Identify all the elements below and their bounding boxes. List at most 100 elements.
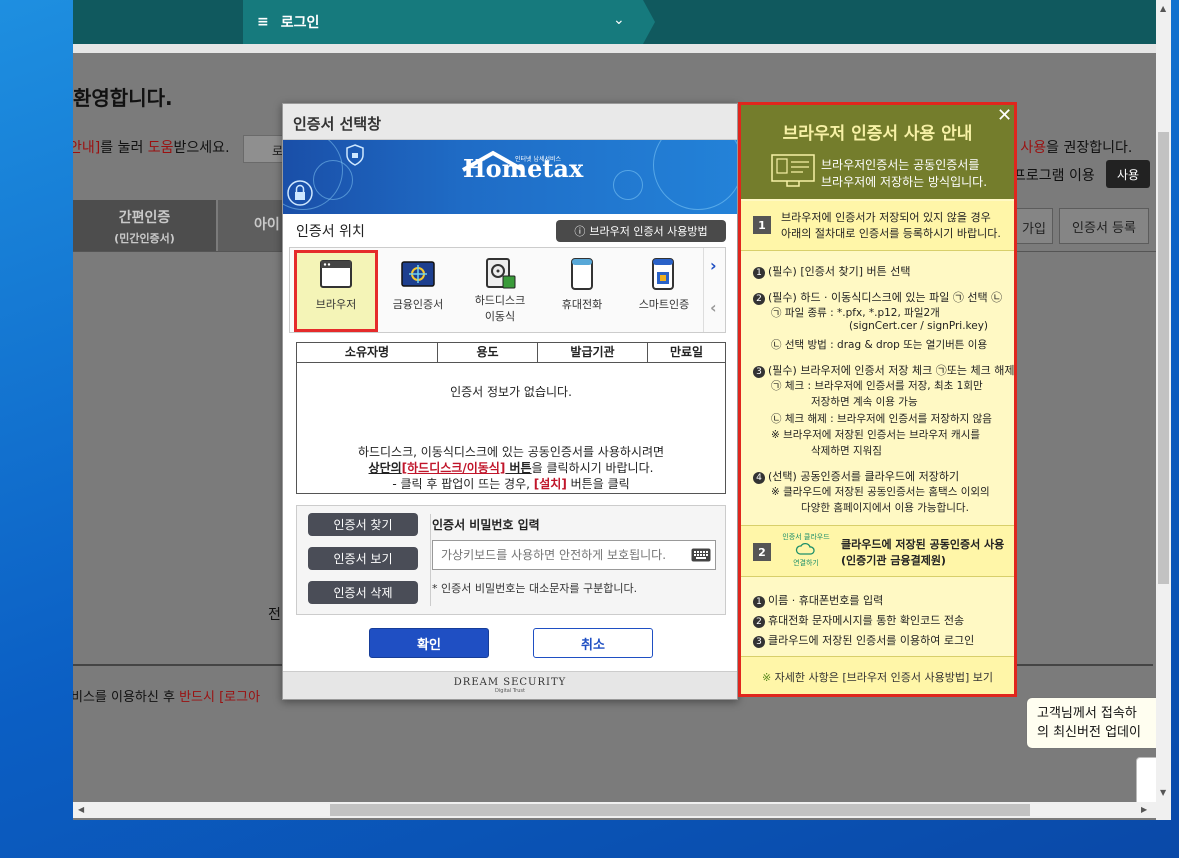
location-smart-cert[interactable]: 스마트인증: [624, 252, 704, 330]
browser-window-icon: [318, 258, 354, 290]
guide-item: 2 휴대전화 문자메시지를 통한 확인코드 전송: [753, 612, 964, 628]
dialog-footer: DREAM SECURITY Digital Trust: [283, 671, 737, 699]
cert-location-selector: 브라우저 금융인증서 하드디스크 이동식 휴대전화 스마트인증 › ‹: [289, 247, 726, 333]
horizontal-scroll-thumb[interactable]: [330, 804, 1030, 816]
use-button[interactable]: 사용: [1106, 160, 1150, 188]
floating-widget[interactable]: [1136, 757, 1156, 807]
financial-cert-icon: [400, 258, 436, 290]
view-cert-button[interactable]: 인증서 보기: [308, 547, 418, 570]
guide-item: 2 (필수) 하드 · 이동식디스크에 있는 파일 ㉠ 선택 ㉡: [753, 289, 1002, 305]
hint-line: 상단의[하드디스크/이동식] 버튼을 클릭하시기 바랍니다.: [368, 461, 654, 475]
guide-header: 브라우저 인증서 사용 안내 ✕ 브라우저인증서는 공동인증서를 브라우저에 저…: [741, 105, 1014, 199]
panel-divider: [430, 514, 431, 606]
dialog-title: 인증서 선택창: [283, 104, 737, 140]
column-expiry[interactable]: 만료일: [648, 343, 725, 362]
location-financial-cert[interactable]: 금융인증서: [378, 252, 458, 330]
cert-location-label: 인증서 위치: [296, 224, 365, 240]
chevron-down-icon[interactable]: ⌄: [613, 12, 625, 28]
guide-subitem: ㉠ 파일 종류 : *.pfx, *.p12, 파일2개: [771, 307, 940, 319]
guide-item: 3 (필수) 브라우저에 인증서 저장 체크 ㉠또는 체크 해제 ㉡: [753, 362, 1014, 378]
scroll-left-icon[interactable]: ◀: [78, 805, 84, 814]
find-cert-button[interactable]: 인증서 찾기: [308, 513, 418, 536]
hint-line: - 클릭 후 팝업이 뜨는 경우, [설치] 버튼을 클릭: [392, 477, 630, 491]
hometax-banner: Hometax 인터넷 납세서비스: [283, 140, 737, 214]
location-browser[interactable]: 브라우저: [296, 252, 376, 330]
guide-item: 4 (선택) 공동인증서를 클라우드에 저장하기: [753, 468, 959, 484]
guide-footer-link[interactable]: ※ 자세한 사항은 [브라우저 인증서 사용방법] 보기: [741, 656, 1014, 694]
chevron-left-icon[interactable]: ‹: [710, 298, 717, 317]
menu-label: 로그인: [280, 15, 320, 31]
cloud-icon: [795, 542, 815, 555]
login-menu[interactable]: ≡ 로그인: [243, 0, 643, 44]
guide-subitem: 삭제하면 지워짐: [811, 445, 882, 457]
virtual-keyboard-icon[interactable]: [691, 548, 711, 562]
guide-title: 브라우저 인증서 사용 안내: [782, 124, 973, 144]
smart-cert-icon: [646, 258, 682, 290]
step2-text: 클라우드에 저장된 공동인증서 사용 (인증기관 금융결제원): [841, 538, 1005, 567]
guide-subitem: ㉠ 체크 : 브라우저에 인증서를 저장, 최초 1회만: [771, 380, 983, 392]
guide-item: 1 이름 · 휴대폰번호를 입력: [753, 592, 883, 608]
password-label: 인증서 비밀번호 입력: [432, 518, 540, 532]
tab-simple-auth[interactable]: 간편인증 (민간인증서): [73, 200, 216, 252]
step-number-badge: 1: [753, 216, 771, 234]
nav-underline: [73, 44, 1156, 53]
logout-notice: 비스를 이용하신 후 반드시 [로그아: [73, 690, 261, 705]
vendor-tagline: Digital Trust: [495, 688, 525, 694]
guide-item: 1 (필수) [인증서 찾기] 버튼 선택: [753, 263, 910, 279]
cert-cloud-link[interactable]: 인증서 클라우드 연결하기: [775, 532, 837, 568]
vertical-scroll-thumb[interactable]: [1158, 132, 1169, 584]
scroll-right-icon[interactable]: ▶: [1141, 805, 1147, 814]
welcome-heading: 환영합니다.: [73, 86, 173, 110]
monitor-icon: [771, 154, 815, 187]
breadcrumb-arrow: [643, 0, 655, 44]
location-mobile-phone[interactable]: 휴대전화: [542, 252, 622, 330]
question-icon: ⓘ: [574, 225, 586, 238]
help-guide-text: 안내]를 눌러 도움받으세요.: [73, 140, 230, 156]
vendor-logo: DREAM SECURITY: [453, 677, 567, 688]
guide-subitem: 다양한 홈페이지에서 이용 가능합니다.: [801, 502, 969, 514]
shield-icon: [346, 144, 364, 166]
cert-select-dialog: 인증서 선택창 Hometax 인터넷 납세서비스 인증서 위치 ⓘ 브라우저 …: [282, 103, 738, 700]
location-scroll-arrows: › ‹: [703, 248, 725, 332]
cert-list-table: 소유자명 용도 발급기관 만료일 인증서 정보가 없습니다. 하드디스크, 이동…: [296, 342, 726, 494]
table-header: 소유자명 용도 발급기관 만료일: [297, 343, 725, 363]
step-number-badge: 2: [753, 543, 771, 561]
guide-subitem: 저장하면 계속 이용 가능: [811, 396, 918, 408]
guide-subitem: (signCert.cer / signPri.key): [849, 320, 989, 332]
close-icon[interactable]: ✕: [997, 105, 1012, 126]
location-hard-disk[interactable]: 하드디스크 이동식: [460, 252, 540, 330]
program-text: 프로그램 이용: [1013, 168, 1095, 184]
chevron-right-icon[interactable]: ›: [710, 256, 717, 275]
browser-cert-guide-panel: 브라우저 인증서 사용 안내 ✕ 브라우저인증서는 공동인증서를 브라우저에 저…: [738, 102, 1017, 697]
browser-cert-howto-button[interactable]: ⓘ 브라우저 인증서 사용방법: [556, 220, 726, 242]
background-button[interactable]: 로: [243, 135, 285, 163]
lock-icon: [287, 180, 313, 206]
step1-text: 브라우저에 인증서가 저장되어 있지 않을 경우 아래의 절차대로 인증서를 등…: [781, 211, 1001, 240]
no-cert-message: 인증서 정보가 없습니다.: [450, 385, 572, 399]
column-issuer[interactable]: 발급기관: [538, 343, 648, 362]
guide-subitem: ㉡ 선택 방법 : drag & drop 또는 열기버튼 이용: [771, 339, 988, 351]
register-cert-button[interactable]: 인증서 등록: [1059, 208, 1149, 244]
update-tooltip: 고객님께서 접속하 의 최신버전 업데이: [1026, 697, 1156, 749]
guide-item: 3 클라우드에 저장된 인증서를 이용하여 로그인: [753, 632, 974, 648]
scroll-up-icon[interactable]: ▲: [1160, 4, 1166, 13]
menu-icon: ≡: [257, 14, 269, 30]
cancel-button[interactable]: 취소: [533, 628, 653, 658]
guide-subitem: ※ 클라우드에 저장된 공동인증서는 홈택스 이외의: [771, 486, 990, 498]
hard-disk-icon: [482, 258, 518, 290]
password-case-note: * 인증서 비밀번호는 대소문자를 구분합니다.: [432, 582, 638, 595]
tab-id-login[interactable]: 아이: [218, 200, 288, 252]
confirm-button[interactable]: 확인: [369, 628, 489, 658]
scroll-down-icon[interactable]: ▼: [1160, 788, 1166, 797]
guide-subitem: ㉡ 체크 해제 : 브라우저에 인증서를 저장하지 않음: [771, 413, 992, 425]
column-usage[interactable]: 용도: [438, 343, 538, 362]
guide-description: 브라우저인증서는 공동인증서를 브라우저에 저장하는 방식입니다.: [821, 158, 988, 189]
recommend-text: 링 사용을 권장합니다.: [1003, 140, 1133, 156]
mobile-phone-icon: [564, 258, 600, 290]
partial-text: 전: [268, 607, 281, 623]
hint-line: 하드디스크, 이동식디스크에 있는 공동인증서를 사용하시려면: [357, 445, 665, 459]
delete-cert-button[interactable]: 인증서 삭제: [308, 581, 418, 604]
column-owner[interactable]: 소유자명: [297, 343, 438, 362]
cert-password-input[interactable]: [432, 540, 716, 570]
password-panel: 인증서 찾기 인증서 보기 인증서 삭제 인증서 비밀번호 입력 * 인증서 비…: [296, 505, 726, 615]
